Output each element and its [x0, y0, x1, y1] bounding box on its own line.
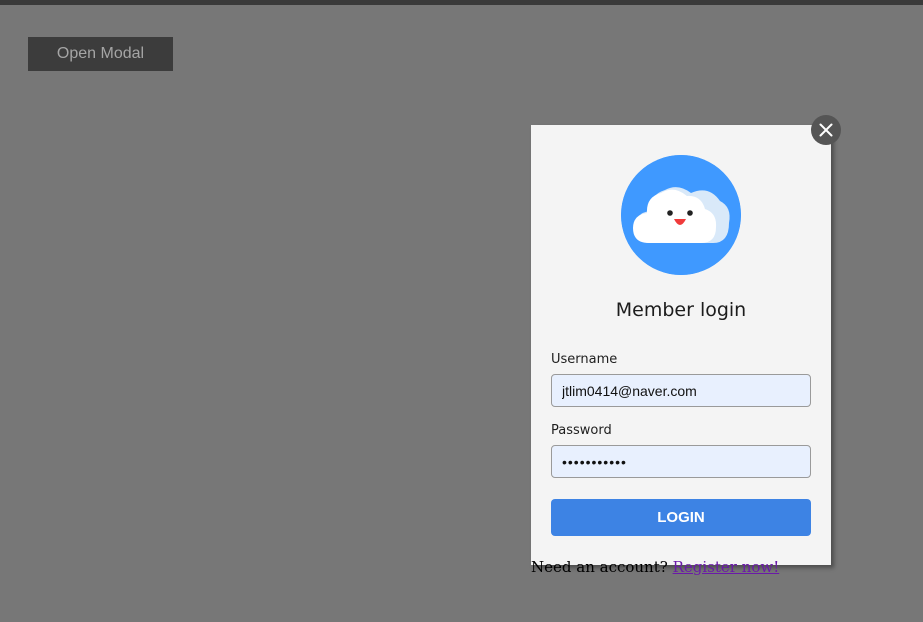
login-button[interactable]: LOGIN — [551, 499, 811, 536]
password-input[interactable] — [551, 445, 811, 478]
password-label: Password — [551, 423, 612, 438]
username-input[interactable] — [551, 374, 811, 407]
close-icon[interactable] — [811, 115, 841, 145]
top-strip — [0, 0, 923, 5]
username-label: Username — [551, 352, 618, 367]
register-line: Need an account? Register now! — [531, 558, 779, 576]
open-modal-button[interactable]: Open Modal — [28, 37, 173, 71]
register-prompt: Need an account? — [531, 558, 668, 576]
cloud-face-icon — [621, 155, 741, 275]
modal-title: Member login — [615, 299, 747, 321]
login-modal: Member login Username Password LOGIN — [531, 125, 831, 565]
register-link[interactable]: Register now! — [673, 558, 780, 576]
